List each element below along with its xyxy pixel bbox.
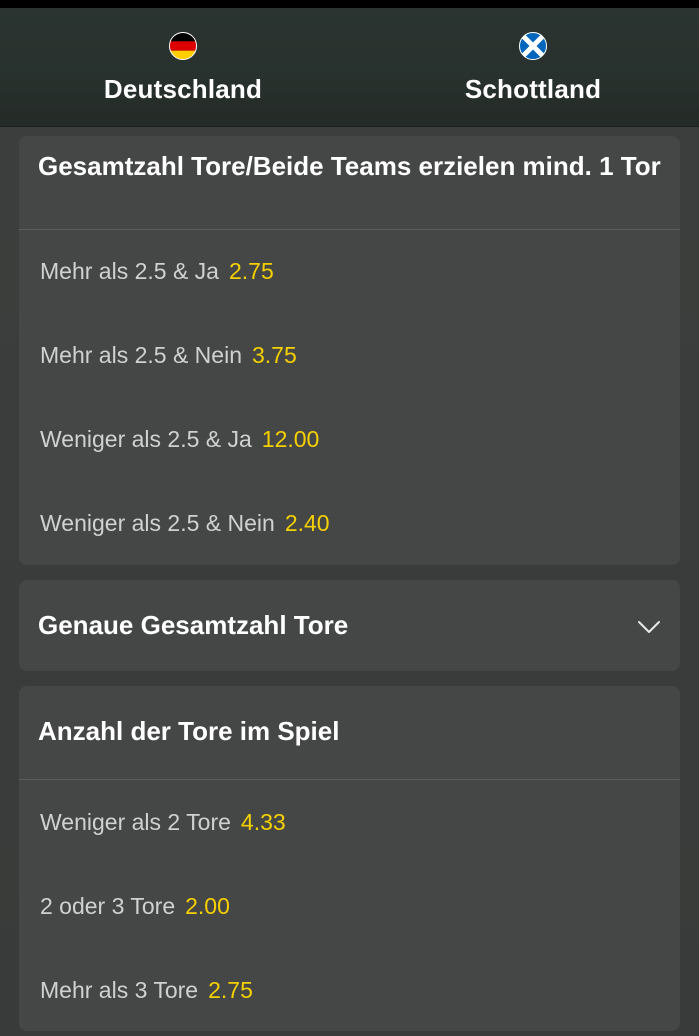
selection-odds[interactable]: 3.75 (252, 342, 297, 368)
selection-row[interactable]: Weniger als 2 Tore 4.33 (40, 802, 286, 842)
selection-label: Weniger als 2.5 & Nein (40, 510, 275, 536)
selection-label: Mehr als 2.5 & Nein (40, 342, 242, 368)
selection-label: Mehr als 2.5 & Ja (40, 258, 219, 284)
markets-list: Gesamtzahl Tore/Beide Teams erzielen min… (0, 127, 699, 1036)
market-title[interactable]: Gesamtzahl Tore/Beide Teams erzielen min… (19, 149, 680, 183)
market-card-exact-total-goals[interactable]: Genaue Gesamtzahl Tore (19, 580, 680, 671)
selection-label: Weniger als 2.5 & Ja (40, 426, 252, 452)
selection-odds[interactable]: 2.75 (229, 258, 274, 284)
selection-row[interactable]: Mehr als 2.5 & Ja 2.75 (40, 251, 274, 291)
selection-odds[interactable]: 4.33 (241, 809, 286, 835)
market-card-total-goals-btts: Gesamtzahl Tore/Beide Teams erzielen min… (19, 136, 680, 565)
selection-row[interactable]: Weniger als 2.5 & Nein 2.40 (40, 503, 330, 543)
team-home-name: Deutschland (103, 74, 263, 104)
chevron-down-icon[interactable] (636, 613, 662, 639)
market-card-goals-in-match: Anzahl der Tore im Spiel Weniger als 2 T… (19, 686, 680, 1031)
selection-label: 2 oder 3 Tore (40, 893, 176, 919)
selection-row[interactable]: Mehr als 3 Tore 2.75 (40, 970, 253, 1010)
selection-odds[interactable]: 2.75 (208, 977, 253, 1003)
selection-row[interactable]: Weniger als 2.5 & Ja 12.00 (40, 419, 319, 459)
selection-odds[interactable]: 12.00 (262, 426, 320, 452)
team-away[interactable]: Schottland (403, 32, 663, 105)
germany-flag-icon (169, 32, 197, 60)
scotland-flag-icon (519, 32, 547, 60)
selection-odds[interactable]: 2.40 (285, 510, 330, 536)
team-home[interactable]: Deutschland (53, 32, 313, 105)
selection-odds[interactable]: 2.00 (185, 893, 230, 919)
status-bar (0, 0, 699, 8)
selection-row[interactable]: Mehr als 2.5 & Nein 3.75 (40, 335, 297, 375)
selection-label: Weniger als 2 Tore (40, 809, 231, 835)
selection-label: Mehr als 3 Tore (40, 977, 199, 1003)
team-away-name: Schottland (464, 74, 602, 104)
divider (19, 779, 680, 780)
selection-row[interactable]: 2 oder 3 Tore 2.00 (40, 886, 230, 926)
match-header: Deutschland Schottland (0, 8, 699, 127)
market-title[interactable]: Genaue Gesamtzahl Tore (19, 608, 617, 642)
market-title[interactable]: Anzahl der Tore im Spiel (19, 714, 680, 748)
divider (19, 229, 680, 230)
